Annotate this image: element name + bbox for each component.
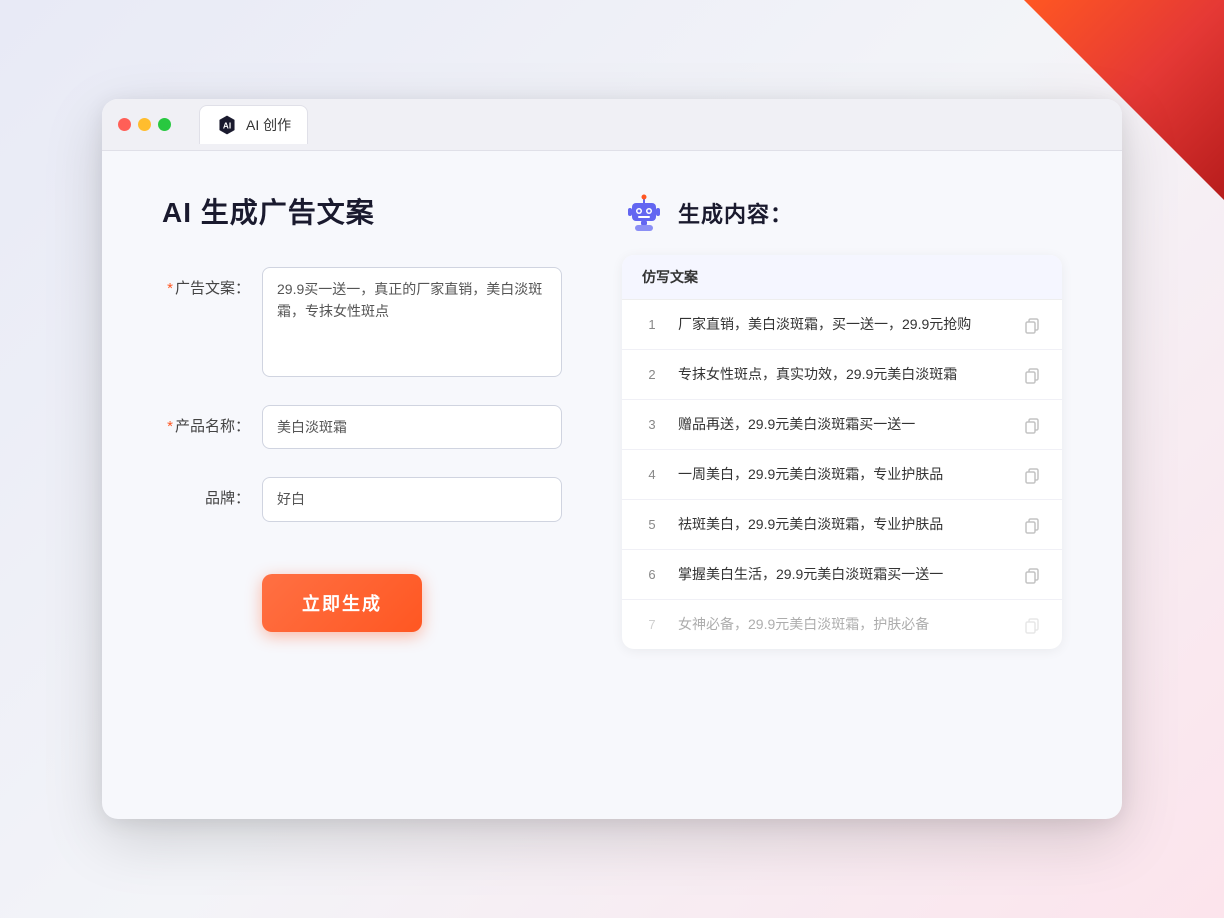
maximize-button[interactable] (158, 118, 171, 131)
ai-tab-icon: AI (216, 114, 238, 136)
copy-icon-7[interactable] (1022, 615, 1042, 635)
main-content: AI 生成广告文案 *广告文案： *产品名称： 品牌： (102, 151, 1122, 819)
copy-icon-5[interactable] (1022, 515, 1042, 535)
table-row: 2 专抹女性斑点，真实功效，29.9元美白淡斑霜 (622, 350, 1062, 400)
copy-icon-3[interactable] (1022, 415, 1042, 435)
minimize-button[interactable] (138, 118, 151, 131)
table-row: 1 厂家直销，美白淡斑霜，买一送一，29.9元抢购 (622, 300, 1062, 350)
brand-input[interactable] (262, 477, 562, 521)
result-table: 仿写文案 1 厂家直销，美白淡斑霜，买一送一，29.9元抢购 2 专抹女性斑点，… (622, 255, 1062, 649)
page-title: AI 生成广告文案 (162, 191, 562, 231)
browser-window: AI AI 创作 AI 生成广告文案 *广告文案： *产品名称： (102, 99, 1122, 819)
table-header: 仿写文案 (622, 255, 1062, 300)
product-name-label: *产品名称： (162, 405, 262, 436)
copy-icon-1[interactable] (1022, 315, 1042, 335)
right-panel: 生成内容： 仿写文案 1 厂家直销，美白淡斑霜，买一送一，29.9元抢购 2 专… (622, 191, 1062, 779)
table-row: 6 掌握美白生活，29.9元美白淡斑霜买一送一 (622, 550, 1062, 600)
left-panel: AI 生成广告文案 *广告文案： *产品名称： 品牌： (162, 191, 562, 779)
result-header: 生成内容： (622, 191, 1062, 235)
product-name-input[interactable] (262, 405, 562, 449)
title-bar: AI AI 创作 (102, 99, 1122, 151)
copy-icon-4[interactable] (1022, 465, 1042, 485)
robot-icon (622, 191, 666, 235)
window-buttons (118, 118, 171, 131)
table-row: 4 一周美白，29.9元美白淡斑霜，专业护肤品 (622, 450, 1062, 500)
copy-icon-6[interactable] (1022, 565, 1042, 585)
close-button[interactable] (118, 118, 131, 131)
ad-copy-input[interactable] (262, 267, 562, 377)
ad-copy-label: *广告文案： (162, 267, 262, 298)
product-name-group: *产品名称： (162, 405, 562, 449)
brand-label: 品牌： (162, 477, 262, 508)
table-row: 5 祛斑美白，29.9元美白淡斑霜，专业护肤品 (622, 500, 1062, 550)
brand-group: 品牌： (162, 477, 562, 521)
required-star-ad: * (167, 280, 173, 297)
svg-text:AI: AI (223, 122, 231, 131)
generate-button[interactable]: 立即生成 (262, 574, 422, 632)
table-row: 7 女神必备，29.9元美白淡斑霜，护肤必备 (622, 600, 1062, 649)
result-title: 生成内容： (678, 197, 793, 229)
ad-copy-group: *广告文案： (162, 267, 562, 377)
required-star-product: * (167, 418, 173, 435)
tab-title: AI 创作 (246, 115, 291, 135)
tab-ai-creation[interactable]: AI AI 创作 (199, 105, 308, 144)
table-row: 3 赠品再送，29.9元美白淡斑霜买一送一 (622, 400, 1062, 450)
copy-icon-2[interactable] (1022, 365, 1042, 385)
